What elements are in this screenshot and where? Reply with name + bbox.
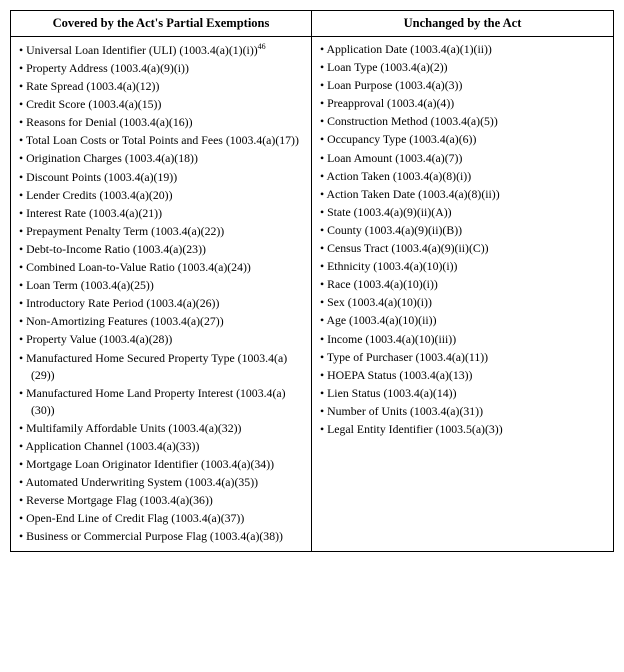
list-item: Origination Charges (1003.4(a)(18)) [19,150,303,167]
table-header: Covered by the Act's Partial Exemptions … [11,11,613,37]
list-item: Action Taken (1003.4(a)(8)(i)) [320,168,605,185]
list-item: State (1003.4(a)(9)(ii)(A)) [320,204,605,221]
list-item: Manufactured Home Land Property Interest… [19,385,303,419]
list-item: Application Channel (1003.4(a)(33)) [19,438,303,455]
list-item: Loan Term (1003.4(a)(25)) [19,277,303,294]
list-item: Income (1003.4(a)(10)(iii)) [320,331,605,348]
list-item: County (1003.4(a)(9)(ii)(B)) [320,222,605,239]
list-item: Number of Units (1003.4(a)(31)) [320,403,605,420]
list-item: Occupancy Type (1003.4(a)(6)) [320,131,605,148]
list-item: Age (1003.4(a)(10)(ii)) [320,312,605,329]
list-item: Open-End Line of Credit Flag (1003.4(a)(… [19,510,303,527]
list-item: Universal Loan Identifier (ULI) (1003.4(… [19,41,303,59]
list-item: Application Date (1003.4(a)(1)(ii)) [320,41,605,58]
list-item: Non-Amortizing Features (1003.4(a)(27)) [19,313,303,330]
list-item: Debt-to-Income Ratio (1003.4(a)(23)) [19,241,303,258]
list-item: Legal Entity Identifier (1003.5(a)(3)) [320,421,605,438]
list-item: Loan Amount (1003.4(a)(7)) [320,150,605,167]
list-item: Property Value (1003.4(a)(28)) [19,331,303,348]
list-item: Business or Commercial Purpose Flag (100… [19,528,303,545]
list-item: Interest Rate (1003.4(a)(21)) [19,205,303,222]
list-item: Reasons for Denial (1003.4(a)(16)) [19,114,303,131]
list-item: Lien Status (1003.4(a)(14)) [320,385,605,402]
list-item: HOEPA Status (1003.4(a)(13)) [320,367,605,384]
list-item: Ethnicity (1003.4(a)(10)(i)) [320,258,605,275]
list-item: Introductory Rate Period (1003.4(a)(26)) [19,295,303,312]
list-item: Preapproval (1003.4(a)(4)) [320,95,605,112]
list-item: Multifamily Affordable Units (1003.4(a)(… [19,420,303,437]
list-item: Race (1003.4(a)(10)(i)) [320,276,605,293]
list-item: Total Loan Costs or Total Points and Fee… [19,132,303,149]
list-item: Credit Score (1003.4(a)(15)) [19,96,303,113]
list-item: Construction Method (1003.4(a)(5)) [320,113,605,130]
main-table: Covered by the Act's Partial Exemptions … [10,10,614,552]
list-item: Type of Purchaser (1003.4(a)(11)) [320,349,605,366]
left-column: Universal Loan Identifier (ULI) (1003.4(… [11,37,312,551]
list-item: Automated Underwriting System (1003.4(a)… [19,474,303,491]
list-item: Loan Type (1003.4(a)(2)) [320,59,605,76]
list-item: Manufactured Home Secured Property Type … [19,350,303,384]
right-items-list: Application Date (1003.4(a)(1)(ii))Loan … [320,41,605,438]
list-item: Action Taken Date (1003.4(a)(8)(ii)) [320,186,605,203]
list-item: Property Address (1003.4(a)(9)(i)) [19,60,303,77]
right-column-header: Unchanged by the Act [312,11,613,36]
list-item: Census Tract (1003.4(a)(9)(ii)(C)) [320,240,605,257]
list-item: Discount Points (1003.4(a)(19)) [19,169,303,186]
left-column-header: Covered by the Act's Partial Exemptions [11,11,312,36]
list-item: Combined Loan-to-Value Ratio (1003.4(a)(… [19,259,303,276]
list-item: Reverse Mortgage Flag (1003.4(a)(36)) [19,492,303,509]
list-item: Mortgage Loan Originator Identifier (100… [19,456,303,473]
right-column: Application Date (1003.4(a)(1)(ii))Loan … [312,37,613,551]
table-body: Universal Loan Identifier (ULI) (1003.4(… [11,37,613,551]
list-item: Sex (1003.4(a)(10)(i)) [320,294,605,311]
list-item: Rate Spread (1003.4(a)(12)) [19,78,303,95]
list-item: Prepayment Penalty Term (1003.4(a)(22)) [19,223,303,240]
left-items-list: Universal Loan Identifier (ULI) (1003.4(… [19,41,303,546]
list-item: Lender Credits (1003.4(a)(20)) [19,187,303,204]
list-item: Loan Purpose (1003.4(a)(3)) [320,77,605,94]
